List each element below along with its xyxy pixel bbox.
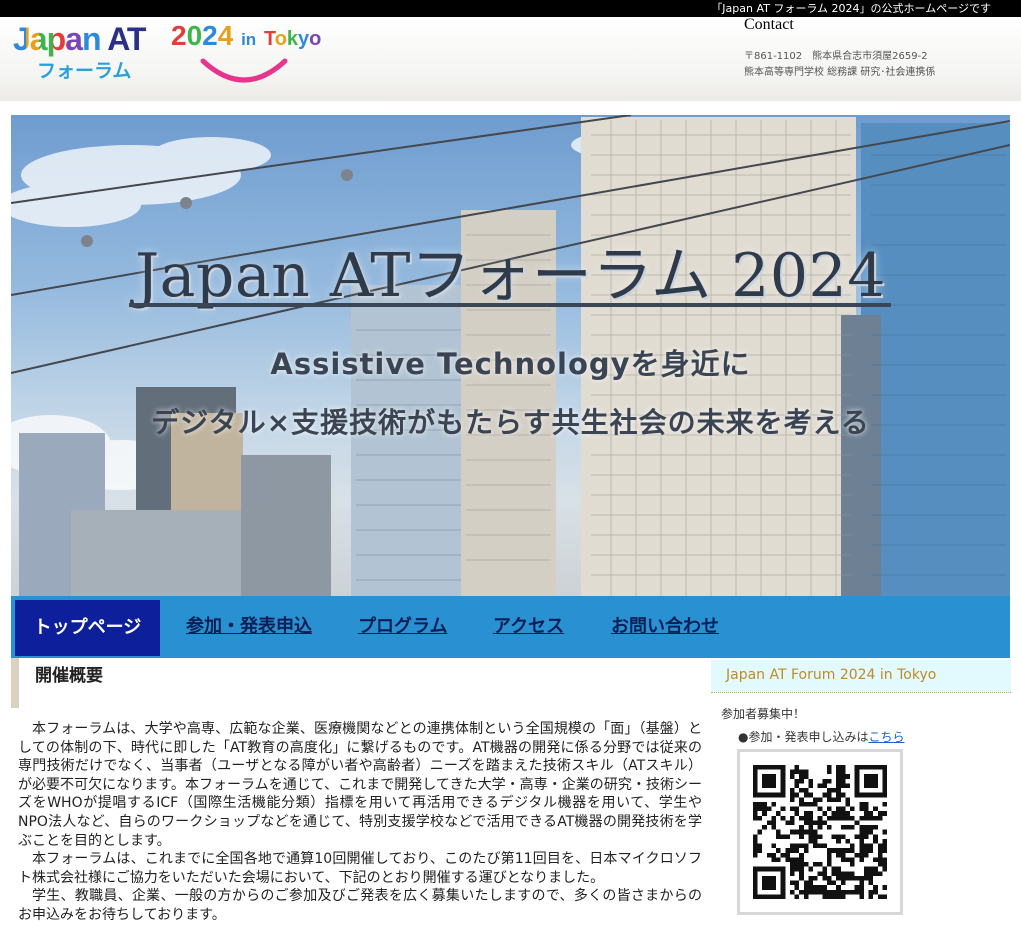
apply-line: ●参加・発表申し込みはこちら [738, 728, 905, 745]
qr-code-frame[interactable] [737, 749, 903, 915]
hero-tagline: デジタル×支援技術がもたらす共生社会の未来を考える [151, 406, 870, 439]
site-logo[interactable]: Japan AT フォーラム 2024 in Tokyo [13, 20, 333, 102]
hero-subtitle: Assistive Technologyを身近に [270, 347, 751, 381]
logo-forum-word: フォーラム [37, 60, 132, 82]
sidebar-header: Japan AT Forum 2024 in Tokyo [711, 660, 1011, 693]
overview-paragraph-1: 本フォーラムは、大学や高専、広範な企業、医療機関などとの連携体制という全国規模の… [18, 721, 702, 849]
nav-item-register[interactable]: 参加・発表申込 [186, 596, 312, 658]
recruit-notice: 参加者募集中！ [721, 707, 806, 721]
apply-link[interactable]: こちら [868, 730, 904, 744]
overview-paragraph-3: 学生、教職員、企業、一般の方からのご参加及びご発表を広く募集いたしますので、多く… [18, 888, 702, 923]
nav-item-access[interactable]: アクセス [493, 596, 564, 658]
contact-department: 熊本高等専門学校 総務課 研究･社会連携係 [744, 67, 936, 78]
top-banner: 「Japan AT フォーラム 2024」の公式ホームページです [0, 0, 1021, 17]
logo-at-word: AT [107, 21, 146, 57]
section-title: 開催概要 [35, 666, 103, 686]
nav-item-contact[interactable]: お問い合わせ [611, 596, 719, 658]
section-header: 開催概要 [11, 658, 701, 708]
sidebar-title: Japan AT Forum 2024 in Tokyo [726, 667, 937, 683]
nav-item-top[interactable]: トップページ [15, 600, 160, 656]
logo-japan-word: Japan [13, 21, 101, 57]
qr-code-icon [753, 765, 887, 899]
hero-banner: Japan ATフォーラム 2024 Assistive Technologyを… [11, 115, 1010, 596]
site-notice: 「Japan AT フォーラム 2024」の公式ホームページです [711, 2, 991, 15]
smile-icon [200, 58, 288, 83]
logo-in: in [241, 30, 257, 49]
section-header-accent [11, 658, 19, 708]
hero-title: Japan ATフォーラム 2024 [135, 241, 886, 311]
hero-underline [129, 303, 891, 307]
main-nav: トップページ 参加・発表申込 プログラム アクセス お問い合わせ [11, 596, 1010, 658]
nav-item-program[interactable]: プログラム [358, 596, 447, 658]
contact-address-block: 〒861-1102 熊本県合志市須屋2659-2 熊本高等専門学校 総務課 研究… [744, 49, 935, 81]
logo-year: 2024 [171, 20, 234, 51]
overview-text: 本フォーラムは、大学や高専、広範な企業、医療機関などとの連携体制という全国規模の… [18, 720, 702, 925]
logo-japan-at: Japan AT [13, 21, 146, 57]
overview-paragraph-2: 本フォーラムは、これまでに全国各地で通算10回開催しており、このたび第11回目を… [18, 851, 702, 886]
contact-address: 〒861-1102 熊本県合志市須屋2659-2 [744, 51, 928, 62]
apply-text: ●参加・発表申し込みは [738, 730, 869, 744]
logo-tokyo: Tokyo [263, 28, 322, 50]
logo-year-tokyo: 2024 in Tokyo [171, 20, 321, 56]
contact-title[interactable]: Contact [744, 16, 794, 34]
